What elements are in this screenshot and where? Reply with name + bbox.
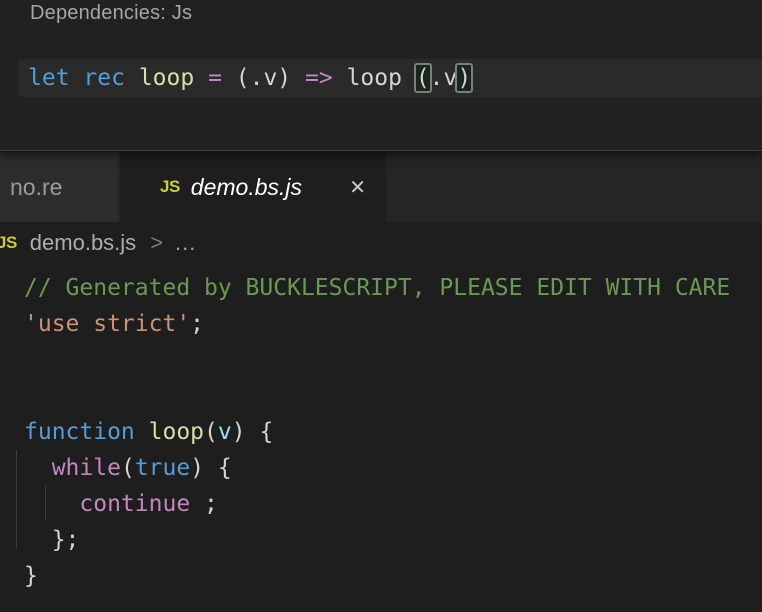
code-token: loop [333,65,416,91]
editor-code-area[interactable]: // Generated by BUCKLESCRIPT, PLEASE EDI… [0,264,762,612]
code-token: (.v) [222,65,305,91]
tab-bar: no.re JS demo.bs.js ✕ [0,152,762,222]
code-token: ) [457,65,471,91]
hover-code-line: let rec loop = (.v) => loop (.v) [18,59,762,97]
tab-demo-bs-js[interactable]: JS demo.bs.js ✕ [120,152,386,222]
code-token: => [305,65,333,91]
code-token: ( [121,455,135,481]
hover-dependencies-label: Dependencies: Js [30,2,192,25]
indent-guide [45,486,46,520]
code-line: function loop(v) { [0,414,762,450]
code-line: }; [0,522,762,558]
close-tab-icon[interactable]: ✕ [349,175,366,200]
breadcrumb-item-symbol[interactable]: ... [175,230,196,256]
code-token: // Generated by BUCKLESCRIPT, PLEASE EDI… [24,275,730,301]
code-line: // Generated by BUCKLESCRIPT, PLEASE EDI… [0,270,762,306]
code-lines: // Generated by BUCKLESCRIPT, PLEASE EDI… [0,264,762,594]
code-token: continue [79,491,190,517]
hover-code-block: let rec loop = (.v) => loop (.v) [18,59,762,97]
hover-panel: Dependencies: Js let rec loop = (.v) => … [0,0,762,151]
code-line [0,342,762,378]
code-line: while(true) { [0,450,762,486]
code-token [70,65,84,91]
code-token [135,419,149,445]
code-token: ) { [232,419,274,445]
code-line: } [0,558,762,594]
tab-label: no.re [10,174,62,201]
code-token: ) { [190,455,232,481]
code-token: let [28,65,70,91]
breadcrumb-item-file[interactable]: demo.bs.js [30,230,136,256]
code-token: rec [83,65,125,91]
tab-label: demo.bs.js [191,174,302,201]
code-token [194,65,208,91]
code-token: function [24,419,135,445]
code-token [24,455,52,481]
indent-guide [16,450,17,548]
code-line [0,378,762,414]
tab-demo-re[interactable]: no.re [0,152,118,222]
chevron-right-icon: > [150,230,163,256]
code-token: ( [416,65,430,91]
code-token: } [24,563,38,589]
breadcrumb: JS demo.bs.js > ... [0,222,762,264]
code-token: ( [204,419,218,445]
code-token: true [135,455,190,481]
code-token: .v [430,65,458,91]
code-line: 'use strict'; [0,306,762,342]
code-token: while [52,455,121,481]
code-token [24,491,79,517]
code-token: v [218,419,232,445]
code-token [125,65,139,91]
code-token: loop [139,65,194,91]
code-token: = [208,65,222,91]
javascript-file-icon: JS [160,177,180,197]
code-token: 'use strict' [24,311,190,337]
code-line: continue ; [0,486,762,522]
code-token: loop [149,419,204,445]
code-token: }; [24,527,79,553]
vscode-window: Dependencies: Js let rec loop = (.v) => … [0,0,762,612]
javascript-file-icon: JS [0,233,17,253]
code-token: ; [190,311,204,337]
code-token: ; [190,491,218,517]
